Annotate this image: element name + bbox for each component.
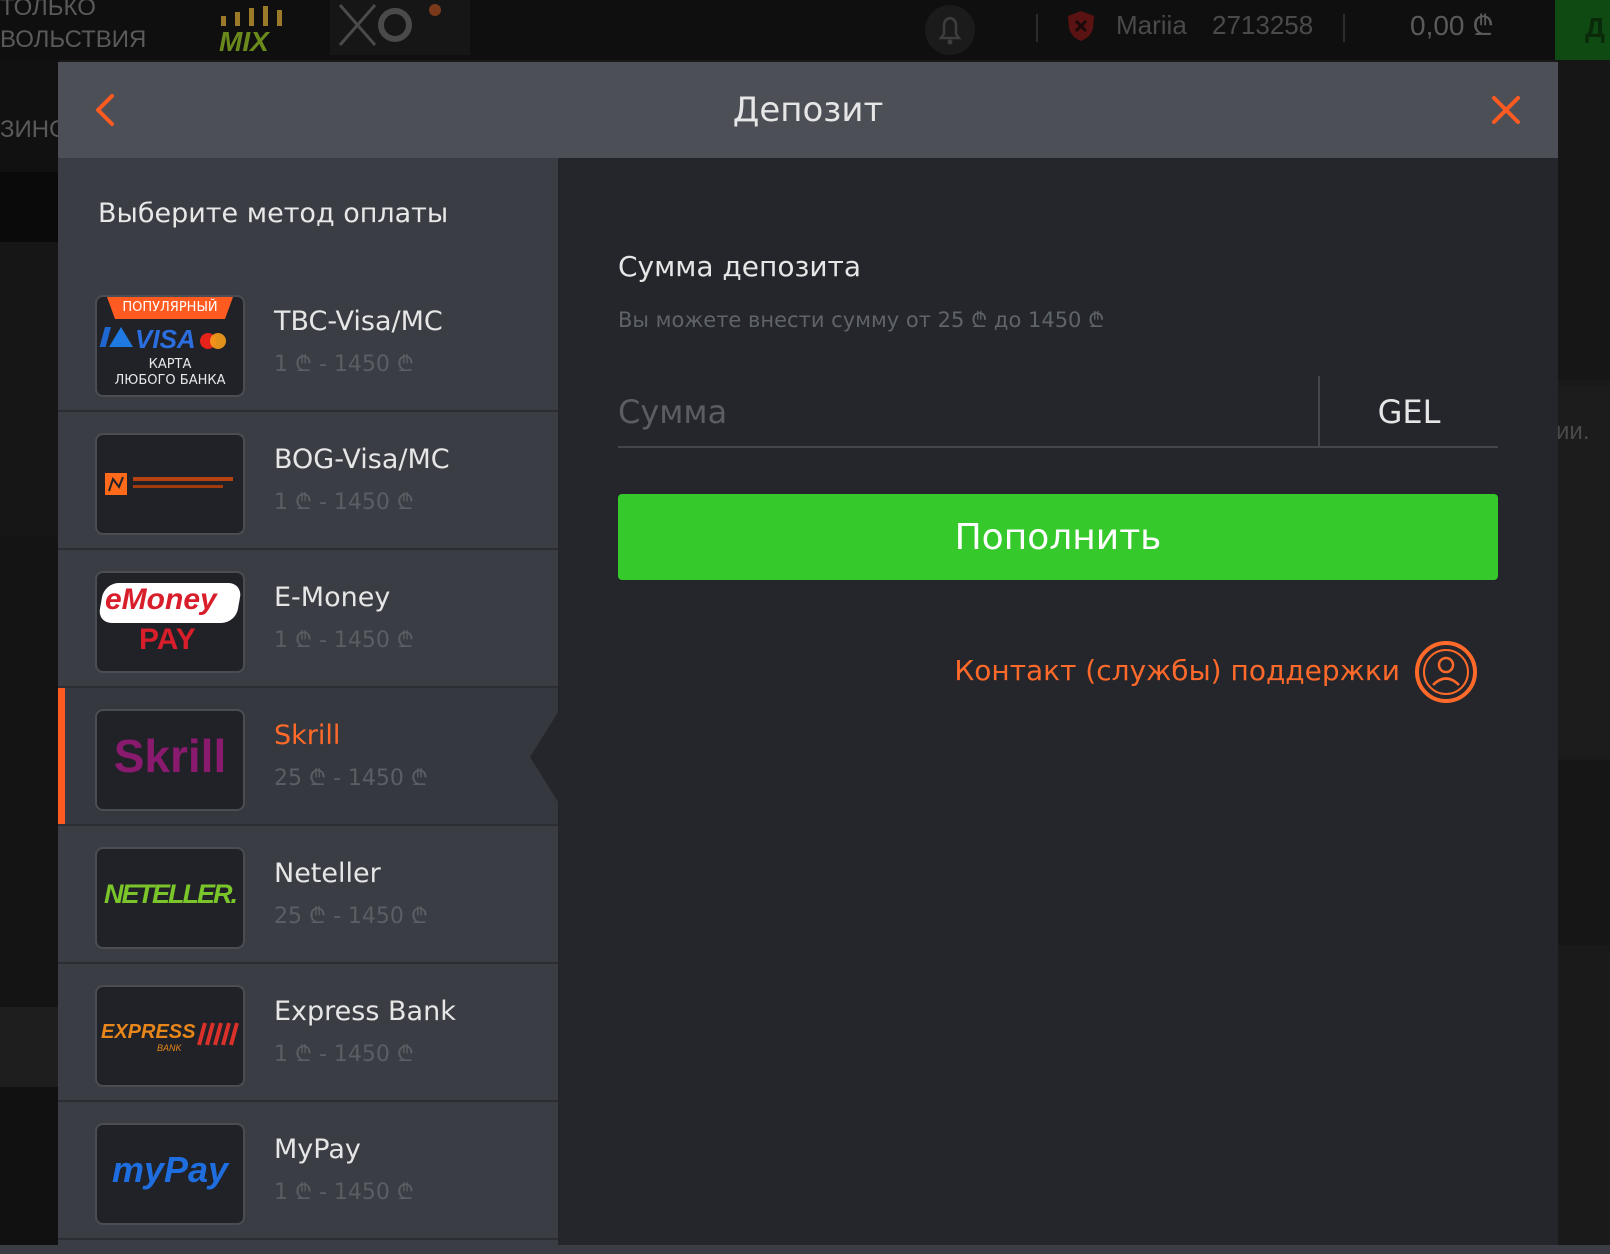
method-range: 1 ₾ - 1450 ₾ xyxy=(274,490,414,515)
deposit-amount-hint: Вы можете внести сумму от 25 ₾ до 1450 ₾ xyxy=(618,308,1105,332)
express-stripes xyxy=(197,1022,239,1046)
payment-methods-title: Выберите метод оплаты xyxy=(98,198,449,229)
deposit-submit-button[interactable]: Пополнить xyxy=(618,494,1498,580)
deposit-form: Сумма депозита Вы можете внести сумму от… xyxy=(558,158,1558,1245)
bg-band xyxy=(0,1007,60,1087)
logo-bottom: PAY xyxy=(139,623,196,656)
payment-method-neteller[interactable]: NETELLER. Neteller 25 ₾ - 1450 ₾ xyxy=(58,826,558,964)
method-name: Express Bank xyxy=(274,996,456,1027)
bg-bottom-bar xyxy=(0,1245,1610,1254)
logo-text: Skrill xyxy=(113,730,227,782)
close-icon xyxy=(1492,96,1520,124)
payment-method-mypay[interactable]: myPay MyPay 1 ₾ - 1450 ₾ xyxy=(58,1102,558,1240)
deposit-amount-title: Сумма депозита xyxy=(618,250,862,283)
payment-method-express-bank[interactable]: EXPRESS BANK Express Bank 1 ₾ - 1450 ₾ xyxy=(58,964,558,1102)
method-name: E-Money xyxy=(274,582,391,613)
mix-label: MIX xyxy=(219,26,269,57)
skrill-logo: Skrill xyxy=(95,709,245,811)
logo-sub: BANK xyxy=(157,1043,182,1053)
mastercard-icon xyxy=(210,333,226,349)
balance: 0,00 ₾ xyxy=(1410,10,1494,41)
logo-line-1: КАРТА xyxy=(148,357,192,372)
amount-input[interactable] xyxy=(618,376,1318,448)
method-name: Skrill xyxy=(274,720,341,751)
bg-band xyxy=(0,172,60,242)
game-tile[interactable] xyxy=(330,0,470,55)
bg-band xyxy=(0,242,60,537)
method-range: 25 ₾ - 1450 ₾ xyxy=(274,904,428,929)
game-tile-graphic xyxy=(338,4,441,46)
header-button-label: Д xyxy=(1585,12,1605,43)
chevron-left-icon xyxy=(96,94,114,126)
logo-text: NETELLER. xyxy=(103,879,238,909)
support-contact-label: Контакт (службы) поддержки xyxy=(954,654,1400,687)
support-person-icon xyxy=(1414,640,1478,704)
bg-text-second: ВОЛЬСТВИЯ xyxy=(0,26,147,53)
close-button[interactable] xyxy=(1478,82,1534,138)
user-name[interactable]: Mariia xyxy=(1116,10,1187,41)
bg-band xyxy=(1555,760,1610,945)
method-name: BOG-Visa/MC xyxy=(274,444,450,475)
deposit-modal: Депозит Выберите метод оплаты ПОПУЛЯРНЫЙ… xyxy=(58,62,1558,1245)
bg-band xyxy=(1555,60,1610,380)
neteller-logo: NETELLER. xyxy=(95,847,245,949)
payment-method-skrill[interactable]: Skrill Skrill 25 ₾ - 1450 ₾ xyxy=(58,688,560,826)
header-divider xyxy=(1343,14,1345,42)
logo-badge: ПОПУЛЯРНЫЙ xyxy=(122,300,218,315)
payment-methods-panel: Выберите метод оплаты ПОПУЛЯРНЫЙ VISA КА… xyxy=(58,158,560,1245)
method-name: TBC-Visa/MC xyxy=(274,306,443,337)
support-contact-link[interactable]: Контакт (службы) поддержки xyxy=(558,640,1478,704)
payment-methods-list: ПОПУЛЯРНЫЙ VISA КАРТА ЛЮБОГО БАНКА TBC-V… xyxy=(58,274,560,1240)
header-divider xyxy=(1036,14,1038,42)
user-id: 2713258 xyxy=(1212,10,1314,40)
deposit-header-button[interactable]: Д xyxy=(1555,0,1610,60)
modal-header: Депозит xyxy=(58,62,1558,158)
amount-field: GEL xyxy=(618,376,1498,448)
payment-method-emoney[interactable]: eMoney PAY E-Money 1 ₾ - 1450 ₾ xyxy=(58,550,558,688)
emoney-pay-logo: eMoney PAY xyxy=(95,571,245,673)
modal-title: Депозит xyxy=(732,90,884,130)
express-bank-logo: EXPRESS BANK xyxy=(95,985,245,1087)
method-range: 1 ₾ - 1450 ₾ xyxy=(274,1180,414,1205)
active-method-pointer xyxy=(530,709,560,805)
logo-text: myPay xyxy=(111,1149,229,1190)
bg-text-right: ии. xyxy=(1556,418,1590,445)
method-range: 1 ₾ - 1450 ₾ xyxy=(274,628,414,653)
logo-visa: VISA xyxy=(135,324,196,354)
method-range: 25 ₾ - 1450 ₾ xyxy=(274,766,428,791)
tbc-visa-mastercard-logo: ПОПУЛЯРНЫЙ VISA КАРТА ЛЮБОГО БАНКА xyxy=(95,295,245,397)
logo-top: eMoney xyxy=(105,583,217,616)
back-button[interactable] xyxy=(80,82,136,138)
payment-method-bog[interactable]: BOG-Visa/MC 1 ₾ - 1450 ₾ xyxy=(58,412,558,550)
currency-label: GEL xyxy=(1377,393,1441,431)
mix-logo[interactable]: MIX xyxy=(215,6,295,57)
mypay-logo: myPay xyxy=(95,1123,245,1225)
bank-of-georgia-logo xyxy=(95,433,245,535)
logo-line-2: ЛЮБОГО БАНКА xyxy=(114,373,226,388)
method-range: 1 ₾ - 1450 ₾ xyxy=(274,352,414,377)
bell-icon[interactable] xyxy=(925,5,975,55)
payment-method-tbc[interactable]: ПОПУЛЯРНЫЙ VISA КАРТА ЛЮБОГО БАНКА TBC-V… xyxy=(58,274,558,412)
method-name: MyPay xyxy=(274,1134,361,1165)
method-range: 1 ₾ - 1450 ₾ xyxy=(274,1042,414,1067)
shield-icon xyxy=(1067,10,1095,42)
bg-band xyxy=(0,1087,60,1245)
method-name: Neteller xyxy=(274,858,381,889)
bg-band xyxy=(0,537,60,1007)
bg-text-top: ТОЛЬКО xyxy=(0,0,96,21)
